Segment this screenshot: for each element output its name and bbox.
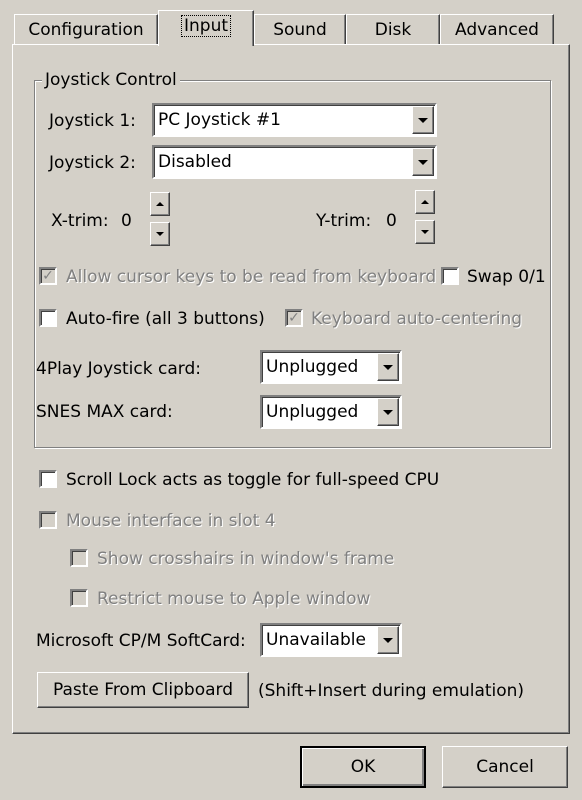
ytrim-down-button[interactable] (415, 220, 435, 244)
chevron-down-icon[interactable] (377, 353, 399, 381)
restrict-mouse-checkbox[interactable] (70, 589, 88, 607)
xtrim-label: X-trim: (51, 211, 109, 231)
crosshairs-checkbox[interactable] (70, 549, 88, 567)
scroll-lock-label: Scroll Lock acts as toggle for full-spee… (66, 470, 440, 490)
xtrim-down-button[interactable] (150, 222, 170, 246)
ok-button[interactable]: OK (300, 746, 426, 788)
chevron-down-icon[interactable] (377, 398, 399, 426)
paste-hint: (Shift+Insert during emulation) (258, 681, 525, 701)
allow-cursor-label: Allow cursor keys to be read from keyboa… (66, 267, 437, 287)
mouse-slot4-checkbox[interactable] (39, 511, 57, 529)
tab-configuration[interactable]: Configuration (14, 14, 158, 44)
tab-label: Advanced (455, 20, 539, 40)
fourplay-select[interactable]: Unplugged (260, 350, 402, 384)
tab-sound[interactable]: Sound (254, 14, 346, 44)
joystick2-label: Joystick 2: (49, 153, 136, 173)
snes-select[interactable]: Unplugged (260, 395, 402, 429)
tab-input[interactable]: Input (158, 10, 254, 46)
ytrim-label: Y-trim: (316, 211, 372, 231)
chevron-down-icon[interactable] (412, 148, 434, 176)
joystick1-label: Joystick 1: (49, 111, 136, 131)
tab-label: Sound (273, 20, 327, 40)
chevron-down-icon[interactable] (412, 106, 434, 134)
group-title: Joystick Control (42, 70, 180, 90)
xtrim-up-button[interactable] (150, 192, 170, 216)
arrow-down-icon (156, 232, 164, 236)
swap-checkbox[interactable] (441, 267, 459, 285)
scroll-lock-checkbox[interactable] (39, 470, 57, 488)
ytrim-value: 0 (386, 211, 397, 231)
restrict-mouse-label: Restrict mouse to Apple window (97, 589, 371, 609)
paste-clipboard-button[interactable]: Paste From Clipboard (37, 672, 249, 708)
swap-label: Swap 0/1 (467, 267, 546, 287)
cpm-value: Unavailable (266, 630, 366, 650)
mouse-slot4-label: Mouse interface in slot 4 (66, 511, 276, 531)
cpm-label: Microsoft CP/M SoftCard: (36, 631, 246, 651)
cancel-button[interactable]: Cancel (442, 746, 568, 788)
joystick2-value: Disabled (158, 152, 232, 172)
joystick1-value: PC Joystick #1 (158, 110, 281, 130)
tab-label: Disk (374, 20, 412, 40)
xtrim-value: 0 (121, 211, 132, 231)
chevron-down-icon[interactable] (377, 626, 399, 654)
fourplay-label: 4Play Joystick card: (36, 359, 201, 379)
kb-autocenter-label: Keyboard auto-centering (311, 309, 523, 329)
ytrim-up-button[interactable] (415, 190, 435, 214)
allow-cursor-checkbox[interactable]: ✓ (39, 267, 57, 285)
snes-value: Unplugged (266, 402, 359, 422)
arrow-up-icon (421, 200, 429, 204)
tab-label: Configuration (28, 20, 144, 40)
crosshairs-label: Show crosshairs in window's frame (97, 549, 395, 569)
snes-label: SNES MAX card: (36, 402, 173, 422)
kb-autocenter-checkbox[interactable]: ✓ (285, 309, 303, 327)
check-icon: ✓ (42, 268, 54, 284)
joystick1-select[interactable]: PC Joystick #1 (152, 103, 437, 137)
fourplay-value: Unplugged (266, 357, 359, 377)
autofire-checkbox[interactable] (39, 309, 57, 327)
autofire-label: Auto-fire (all 3 buttons) (66, 309, 265, 329)
tab-disk[interactable]: Disk (346, 14, 440, 44)
paste-button-label: Paste From Clipboard (52, 680, 233, 700)
joystick2-select[interactable]: Disabled (152, 145, 437, 179)
check-icon: ✓ (288, 310, 300, 326)
tab-label: Input (180, 15, 232, 37)
ok-label: OK (350, 757, 376, 777)
arrow-down-icon (421, 230, 429, 234)
tab-advanced[interactable]: Advanced (440, 14, 554, 44)
cancel-label: Cancel (476, 757, 534, 777)
arrow-up-icon (156, 202, 164, 206)
cpm-select[interactable]: Unavailable (260, 623, 402, 657)
